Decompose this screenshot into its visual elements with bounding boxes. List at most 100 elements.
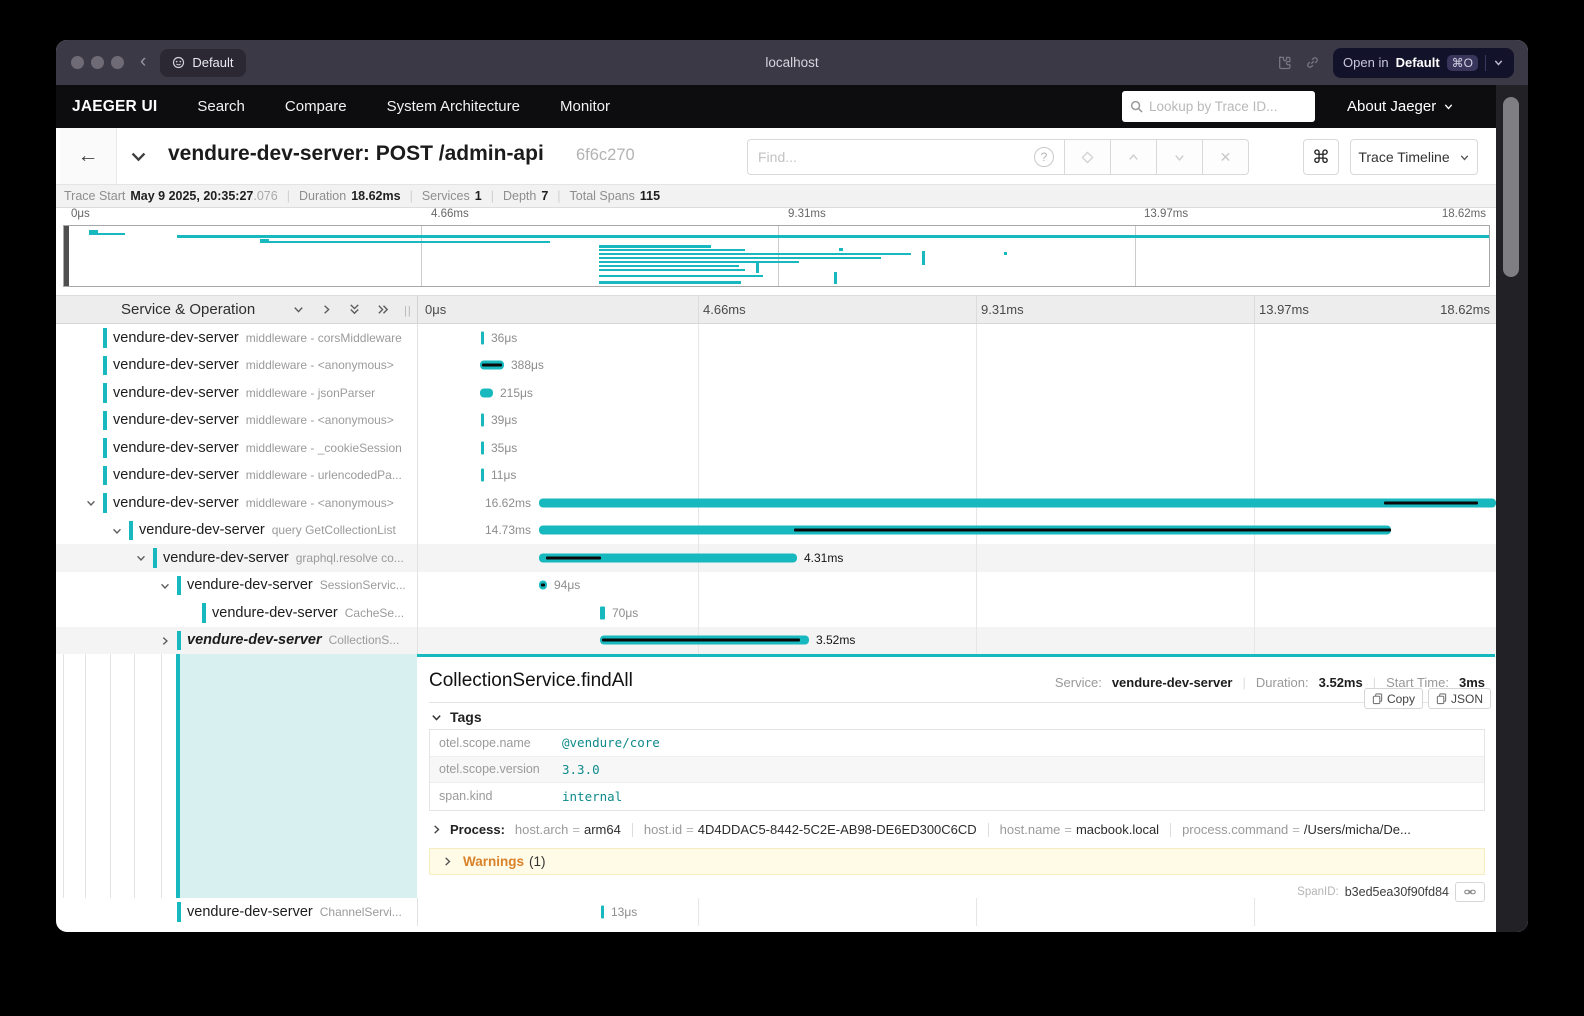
span-row-timeline[interactable]: 4.31ms xyxy=(417,544,1495,572)
about-jaeger-menu[interactable]: About Jaeger xyxy=(1347,98,1454,115)
span-row[interactable]: vendure-dev-servermiddleware - <anonymou… xyxy=(56,489,1496,517)
page-scrollbar-track[interactable] xyxy=(1496,85,1528,932)
span-row-left[interactable]: vendure-dev-servermiddleware - jsonParse… xyxy=(63,379,417,407)
expand-all-double-chevron-down-icon[interactable] xyxy=(348,302,361,317)
span-duration-bar[interactable] xyxy=(481,469,484,482)
copy-tag-button[interactable]: Copy xyxy=(1364,688,1423,709)
span-duration-bar[interactable] xyxy=(481,331,484,344)
span-duration-bar[interactable] xyxy=(539,581,547,590)
nav-item-compare[interactable]: Compare xyxy=(285,98,347,115)
trace-id-search-input[interactable] xyxy=(1149,99,1307,114)
span-duration-bar[interactable] xyxy=(480,361,504,370)
span-row-left[interactable]: vendure-dev-servermiddleware - _cookieSe… xyxy=(63,434,417,462)
minimap-drag-handle[interactable] xyxy=(64,226,69,286)
span-row[interactable]: vendure-dev-serverSessionServic...94μs xyxy=(56,572,1496,600)
span-row[interactable]: vendure-dev-servermiddleware - <anonymou… xyxy=(56,407,1496,435)
nav-item-monitor[interactable]: Monitor xyxy=(560,98,610,115)
span-row[interactable]: vendure-dev-serverChannelServi...13μs xyxy=(56,898,1496,926)
collapse-all-double-chevron-right-icon[interactable] xyxy=(376,303,391,316)
find-clear-button[interactable]: ✕ xyxy=(1203,139,1249,175)
close-window-button[interactable] xyxy=(71,56,84,69)
span-row-left[interactable]: vendure-dev-servermiddleware - corsMiddl… xyxy=(63,324,417,352)
span-row[interactable]: vendure-dev-serverCacheSe...70μs xyxy=(56,599,1496,627)
span-row[interactable]: vendure-dev-servermiddleware - <anonymou… xyxy=(56,352,1496,380)
span-row-timeline[interactable]: 14.73ms xyxy=(417,517,1495,545)
find-next-button[interactable] xyxy=(1157,139,1203,175)
span-duration-bar[interactable] xyxy=(539,553,797,562)
tag-row[interactable]: otel.scope.version3.3.0 xyxy=(430,757,1484,784)
trace-id-search[interactable] xyxy=(1122,91,1315,122)
span-duration-bar[interactable] xyxy=(601,905,604,918)
browser-tab[interactable]: Default xyxy=(160,49,245,77)
span-row-timeline[interactable]: 36μs xyxy=(417,324,1495,352)
keyboard-shortcuts-button[interactable]: ⌘ xyxy=(1303,139,1339,175)
nav-item-search[interactable]: Search xyxy=(197,98,245,115)
span-toggle-chevron-down-icon[interactable] xyxy=(134,551,148,565)
span-row[interactable]: vendure-dev-servermiddleware - jsonParse… xyxy=(56,379,1496,407)
tag-row[interactable]: otel.scope.name@vendure/core xyxy=(430,730,1484,757)
span-duration-bar[interactable] xyxy=(480,388,493,397)
span-toggle-chevron-down-icon[interactable] xyxy=(84,496,98,510)
span-row-timeline[interactable]: 39μs xyxy=(417,407,1495,435)
span-toggle-chevron-down-icon[interactable] xyxy=(158,579,172,593)
span-row-timeline[interactable]: 388μs xyxy=(417,352,1495,380)
find-scope-button[interactable] xyxy=(1065,139,1111,175)
span-row-left[interactable]: vendure-dev-servergraphql.resolve co... xyxy=(63,544,417,572)
tag-row[interactable]: span.kindinternal xyxy=(430,783,1484,810)
open-in-default-button[interactable]: Open in Default ⌘O xyxy=(1333,48,1514,78)
span-row[interactable]: vendure-dev-servermiddleware - urlencode… xyxy=(56,462,1496,490)
collapse-trace-chevron-down-icon[interactable] xyxy=(129,148,148,165)
share-link-icon[interactable] xyxy=(1304,54,1321,71)
span-row-left[interactable]: vendure-dev-servermiddleware - <anonymou… xyxy=(63,407,417,435)
span-row-left[interactable]: vendure-dev-servermiddleware - urlencode… xyxy=(63,462,417,490)
collapse-one-level-chevron-right-icon[interactable] xyxy=(320,303,333,316)
span-duration-bar[interactable] xyxy=(539,498,1496,507)
find-input[interactable] xyxy=(758,149,1008,165)
extensions-puzzle-icon[interactable] xyxy=(1275,54,1292,71)
span-toggle-chevron-down-icon[interactable] xyxy=(110,524,124,538)
minimize-window-button[interactable] xyxy=(91,56,104,69)
span-row-timeline[interactable]: 3.52ms xyxy=(417,627,1495,655)
span-row-left[interactable]: vendure-dev-servermiddleware - <anonymou… xyxy=(63,489,417,517)
find-help-icon[interactable]: ? xyxy=(1034,147,1054,167)
span-row-left[interactable]: vendure-dev-serverCollectionS... xyxy=(63,627,417,655)
column-resize-handle[interactable]: || xyxy=(404,305,412,317)
nav-item-system-architecture[interactable]: System Architecture xyxy=(387,98,520,115)
span-row[interactable]: vendure-dev-servergraphql.resolve co...4… xyxy=(56,544,1496,572)
span-row-left[interactable]: vendure-dev-serverChannelServi... xyxy=(63,898,417,926)
span-row-timeline[interactable]: 11μs xyxy=(417,462,1495,490)
span-duration-bar[interactable] xyxy=(600,606,605,619)
expand-one-level-chevron-down-icon[interactable] xyxy=(292,303,305,316)
tags-accordion-toggle[interactable]: Tags xyxy=(431,709,482,725)
jaeger-logo[interactable]: JAEGER UI xyxy=(72,98,157,116)
span-row-left[interactable]: vendure-dev-serverquery GetCollectionLis… xyxy=(63,517,417,545)
span-duration-bar[interactable] xyxy=(600,636,809,645)
span-row[interactable]: vendure-dev-serverCollectionS...3.52ms xyxy=(56,627,1496,655)
warnings-accordion-toggle[interactable]: Warnings (1) xyxy=(429,848,1485,875)
process-accordion-toggle[interactable]: Process: host.arch=arm64host.id=4D4DDAC5… xyxy=(431,822,1485,837)
browser-back-icon[interactable]: ‹ xyxy=(140,51,146,73)
page-scrollbar-thumb[interactable] xyxy=(1503,97,1519,277)
span-row[interactable]: vendure-dev-serverquery GetCollectionLis… xyxy=(56,517,1496,545)
zoom-window-button[interactable] xyxy=(111,56,124,69)
json-tag-button[interactable]: JSON xyxy=(1428,688,1491,709)
span-row-timeline[interactable]: 215μs xyxy=(417,379,1495,407)
span-row-timeline[interactable]: 94μs xyxy=(417,572,1495,600)
back-button[interactable]: ← xyxy=(60,128,117,184)
span-row-left[interactable]: vendure-dev-servermiddleware - <anonymou… xyxy=(63,352,417,380)
span-row[interactable]: vendure-dev-servermiddleware - _cookieSe… xyxy=(56,434,1496,462)
span-row-timeline[interactable]: 16.62ms xyxy=(417,489,1495,517)
span-duration-bar[interactable] xyxy=(481,441,484,454)
span-row-left[interactable]: vendure-dev-serverCacheSe... xyxy=(63,599,417,627)
trace-view-selector[interactable]: Trace Timeline xyxy=(1350,139,1478,175)
span-row-left[interactable]: vendure-dev-serverSessionServic... xyxy=(63,572,417,600)
span-row-timeline[interactable]: 70μs xyxy=(417,599,1495,627)
span-row[interactable]: vendure-dev-servermiddleware - corsMiddl… xyxy=(56,324,1496,352)
find-prev-button[interactable] xyxy=(1111,139,1157,175)
trace-minimap[interactable] xyxy=(63,225,1490,287)
span-row-timeline[interactable]: 13μs xyxy=(417,898,1495,926)
span-duration-bar[interactable] xyxy=(481,414,484,427)
span-toggle-chevron-right-icon[interactable] xyxy=(158,634,172,648)
open-in-chevron-down-icon[interactable] xyxy=(1493,57,1504,68)
span-duration-bar[interactable] xyxy=(539,526,1391,535)
